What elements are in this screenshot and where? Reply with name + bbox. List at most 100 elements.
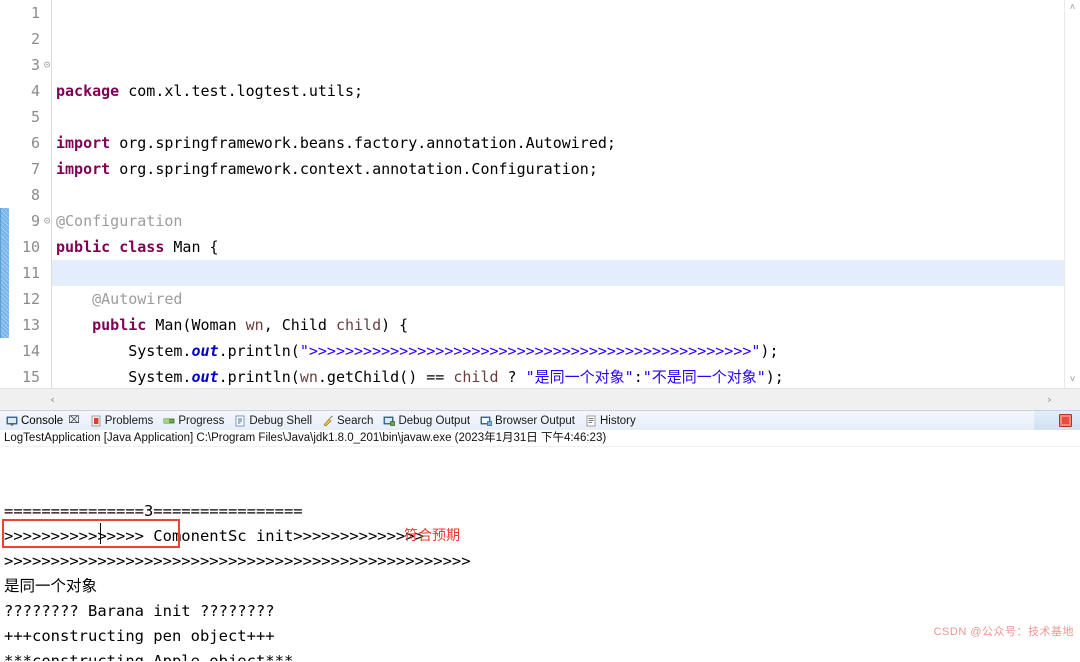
code-token: Man(Woman — [155, 316, 245, 334]
code-line[interactable]: System.out.println(">>>>>>>>>>>>>>>>>>>>… — [56, 338, 1080, 364]
code-token: System. — [56, 342, 191, 360]
eclipse-ide-window: 123456789101112131415 ⊝⊝ package com.xl.… — [0, 0, 1080, 662]
tab-label: History — [600, 415, 636, 427]
code-token: @Autowired — [56, 290, 182, 308]
tab-label: Search — [337, 415, 373, 427]
code-lines[interactable]: package com.xl.test.logtest.utils; impor… — [56, 78, 1080, 388]
code-token — [56, 316, 92, 334]
code-token: wn — [300, 368, 318, 386]
fold-gutter-cell — [43, 26, 51, 52]
annotation-highlight-box — [2, 519, 180, 548]
code-token: import — [56, 160, 119, 178]
tab-search[interactable]: Search — [319, 411, 378, 430]
line-number: 11 — [9, 260, 40, 286]
code-token: , Child — [264, 316, 336, 334]
code-line[interactable]: import org.springframework.context.annot… — [56, 156, 1080, 182]
console-icon — [6, 415, 18, 427]
code-token: ) { — [381, 316, 408, 334]
code-folding-gutter[interactable]: ⊝⊝ — [43, 0, 52, 388]
editor-body[interactable]: 123456789101112131415 ⊝⊝ package com.xl.… — [0, 0, 1080, 388]
code-line[interactable]: @Autowired — [56, 286, 1080, 312]
fold-gutter-cell — [43, 104, 51, 130]
code-token: org.springframework.beans.factory.annota… — [119, 134, 616, 152]
tab-history[interactable]: History — [582, 411, 641, 430]
code-token: import — [56, 134, 119, 152]
editor-horizontal-scrollbar[interactable]: ‹ › — [0, 388, 1080, 410]
code-token: ">>>>>>>>>>>>>>>>>>>>>>>>>>>>>>>>>>>>>>>… — [300, 342, 761, 360]
code-line[interactable] — [56, 260, 1080, 286]
fold-gutter-cell — [43, 312, 51, 338]
tab-debug-shell[interactable]: Debug Shell — [231, 411, 317, 430]
code-line[interactable] — [56, 104, 1080, 130]
console-process-label: LogTestApplication [Java Application] C:… — [0, 430, 1080, 447]
progress-icon — [163, 415, 175, 427]
line-number: 8 — [9, 182, 40, 208]
tab-console[interactable]: Console ⌧ — [3, 411, 85, 430]
tab-label: Debug Shell — [249, 415, 312, 427]
history-icon — [585, 415, 597, 427]
line-number: 7 — [9, 156, 40, 182]
code-line[interactable]: import org.springframework.beans.factory… — [56, 130, 1080, 156]
code-token: "是同一个对象" — [526, 368, 634, 386]
line-number: 12 — [9, 286, 40, 312]
code-token: package — [56, 82, 128, 100]
code-token: org.springframework.context.annotation.C… — [119, 160, 598, 178]
fold-gutter-cell — [43, 338, 51, 364]
tab-label: Console — [21, 415, 63, 427]
scroll-up-arrow-icon[interactable]: ˄ — [1065, 0, 1080, 16]
search-icon — [322, 415, 334, 427]
line-number: 10 — [9, 234, 40, 260]
terminate-button[interactable] — [1059, 414, 1072, 427]
tab-problems[interactable]: Problems — [87, 411, 159, 430]
console-panel: Console ⌧ Problems Progress Debug Shell Searc… — [0, 410, 1080, 662]
code-token: out — [191, 342, 218, 360]
code-token: .println( — [219, 342, 300, 360]
tab-progress[interactable]: Progress — [160, 411, 229, 430]
line-number: 13 — [9, 312, 40, 338]
tab-browser-output[interactable]: Browser Output — [477, 411, 580, 430]
console-view-tabbar[interactable]: Console ⌧ Problems Progress Debug Shell Searc… — [0, 410, 1080, 430]
problems-icon — [90, 415, 102, 427]
tab-label: Browser Output — [495, 415, 575, 427]
code-line[interactable]: package com.xl.test.logtest.utils; — [56, 78, 1080, 104]
code-line[interactable]: System.out.println(wn.getChild() == chil… — [56, 364, 1080, 388]
fold-gutter-cell — [43, 364, 51, 388]
code-line[interactable]: public class Man { — [56, 234, 1080, 260]
line-number: 2 — [9, 26, 40, 52]
fold-gutter-cell — [43, 78, 51, 104]
browser-output-icon — [480, 415, 492, 427]
tab-close-icon[interactable]: ⌧ — [68, 415, 80, 426]
fold-collapse-icon[interactable]: ⊝ — [43, 52, 51, 78]
line-number: 1 — [9, 0, 40, 26]
editor-annotation-gutter[interactable] — [0, 0, 9, 388]
code-token: wn — [246, 316, 264, 334]
tab-label: Debug Output — [398, 415, 470, 427]
tab-label: Problems — [105, 415, 154, 427]
line-number: 3 — [9, 52, 40, 78]
code-token: out — [191, 368, 218, 386]
tab-debug-output[interactable]: Debug Output — [380, 411, 475, 430]
code-token: ); — [760, 342, 778, 360]
fold-gutter-cell — [43, 234, 51, 260]
code-line[interactable]: @Configuration — [56, 208, 1080, 234]
console-output-line: ***constructing Apple object*** — [4, 649, 1080, 661]
scroll-right-arrow-icon[interactable]: › — [1041, 389, 1058, 410]
changed-lines-marker — [0, 208, 9, 338]
code-text-area[interactable]: package com.xl.test.logtest.utils; impor… — [52, 0, 1080, 388]
console-output[interactable]: ===============3================>>>>>>>>… — [0, 447, 1080, 661]
fold-gutter-cell — [43, 156, 51, 182]
code-token: public class — [56, 238, 173, 256]
debug-output-icon — [383, 415, 395, 427]
code-token: com.xl.test.logtest.utils; — [128, 82, 363, 100]
console-output-line: +++constructing pen object+++ — [4, 624, 1080, 649]
watermark-text: CSDN @公众号：技术基地 — [934, 620, 1074, 645]
fold-collapse-icon[interactable]: ⊝ — [43, 208, 51, 234]
code-token: ? — [499, 368, 526, 386]
code-token: Man { — [173, 238, 218, 256]
code-line[interactable] — [56, 182, 1080, 208]
java-source-editor[interactable]: 123456789101112131415 ⊝⊝ package com.xl.… — [0, 0, 1080, 410]
code-line[interactable]: public Man(Woman wn, Child child) { — [56, 312, 1080, 338]
code-token: : — [634, 368, 643, 386]
code-token: ); — [766, 368, 784, 386]
scroll-left-arrow-icon[interactable]: ‹ — [44, 389, 61, 410]
